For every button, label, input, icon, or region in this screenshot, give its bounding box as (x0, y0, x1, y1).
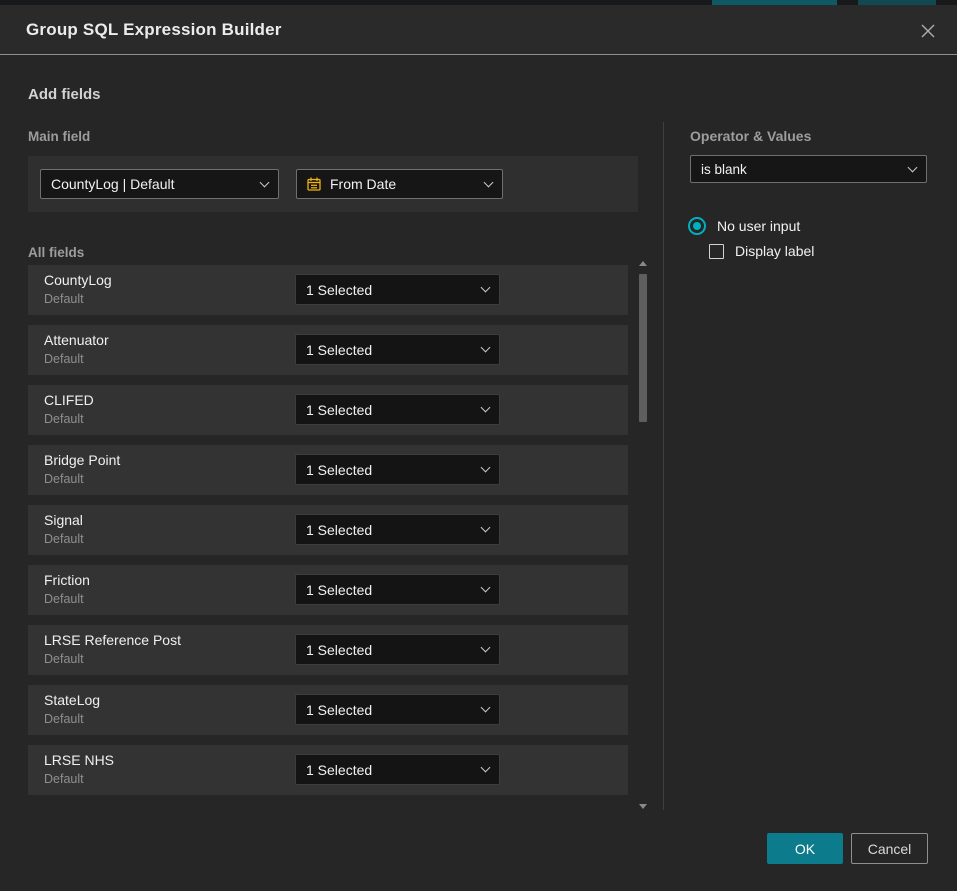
no-user-input-label: No user input (717, 218, 800, 234)
field-selected-dropdown[interactable]: 1 Selected (295, 454, 500, 485)
operator-values-heading: Operator & Values (690, 128, 811, 144)
main-field-source-dropdown[interactable]: CountyLog | Default (40, 169, 279, 199)
field-row: Signal Default 1 Selected (28, 505, 628, 555)
field-selected-value: 1 Selected (306, 642, 372, 658)
chevron-down-icon (908, 162, 918, 172)
chevron-down-icon (481, 523, 491, 533)
field-selected-dropdown[interactable]: 1 Selected (295, 514, 500, 545)
field-row: CountyLog Default 1 Selected (28, 265, 628, 315)
field-row: LRSE NHS Default 1 Selected (28, 745, 628, 795)
close-icon (920, 23, 936, 39)
all-fields-label: All fields (28, 245, 84, 260)
field-selected-dropdown[interactable]: 1 Selected (295, 574, 500, 605)
field-row: Attenuator Default 1 Selected (28, 325, 628, 375)
chevron-down-icon (481, 403, 491, 413)
operator-dropdown[interactable]: is blank (690, 155, 927, 183)
dialog-title: Group SQL Expression Builder (26, 20, 282, 40)
field-row: Friction Default 1 Selected (28, 565, 628, 615)
field-selected-dropdown[interactable]: 1 Selected (295, 694, 500, 725)
scrollbar-thumb[interactable] (639, 274, 647, 422)
add-fields-heading: Add fields (28, 86, 101, 103)
dialog-titlebar: Group SQL Expression Builder (0, 5, 957, 55)
field-selected-value: 1 Selected (306, 462, 372, 478)
column-divider (663, 122, 664, 810)
operator-value: is blank (701, 162, 747, 177)
field-selected-dropdown[interactable]: 1 Selected (295, 274, 500, 305)
calendar-icon (307, 177, 321, 191)
chevron-down-icon (484, 177, 494, 187)
main-field-box: CountyLog | Default From Date (28, 156, 638, 212)
field-selected-value: 1 Selected (306, 522, 372, 538)
radio-dot (693, 222, 701, 230)
close-button[interactable] (913, 16, 943, 46)
chevron-down-icon (481, 643, 491, 653)
chevron-down-icon (481, 283, 491, 293)
field-selected-dropdown[interactable]: 1 Selected (295, 334, 500, 365)
main-field-source-value: CountyLog | Default (51, 176, 175, 192)
field-row: LRSE Reference Post Default 1 Selected (28, 625, 628, 675)
field-selected-value: 1 Selected (306, 342, 372, 358)
field-selected-value: 1 Selected (306, 582, 372, 598)
display-label-label: Display label (735, 243, 814, 259)
ok-button[interactable]: OK (767, 833, 843, 864)
checkbox-unchecked-icon (709, 244, 724, 259)
chevron-down-icon (481, 763, 491, 773)
field-selected-dropdown[interactable]: 1 Selected (295, 394, 500, 425)
scroll-down-arrow-icon[interactable] (639, 804, 647, 809)
main-field-field-dropdown[interactable]: From Date (296, 169, 503, 199)
field-selected-value: 1 Selected (306, 282, 372, 298)
fields-scrollbar[interactable] (636, 258, 650, 812)
chevron-down-icon (481, 583, 491, 593)
all-fields-list: CountyLog Default 1 Selected Attenuator … (28, 265, 628, 805)
field-row: StateLog Default 1 Selected (28, 685, 628, 735)
field-selected-dropdown[interactable]: 1 Selected (295, 754, 500, 785)
main-field-label: Main field (28, 129, 90, 144)
field-selected-value: 1 Selected (306, 762, 372, 778)
radio-selected-icon (688, 217, 706, 235)
chevron-down-icon (481, 463, 491, 473)
field-selected-dropdown[interactable]: 1 Selected (295, 634, 500, 665)
no-user-input-radio[interactable]: No user input (688, 217, 800, 235)
cancel-button[interactable]: Cancel (851, 833, 928, 864)
chevron-down-icon (260, 177, 270, 187)
main-field-field-value: From Date (330, 176, 396, 192)
field-selected-value: 1 Selected (306, 702, 372, 718)
chevron-down-icon (481, 703, 491, 713)
field-selected-value: 1 Selected (306, 402, 372, 418)
scroll-up-arrow-icon[interactable] (639, 261, 647, 266)
display-label-checkbox[interactable]: Display label (709, 243, 814, 259)
chevron-down-icon (481, 343, 491, 353)
field-row: Bridge Point Default 1 Selected (28, 445, 628, 495)
field-row: CLIFED Default 1 Selected (28, 385, 628, 435)
